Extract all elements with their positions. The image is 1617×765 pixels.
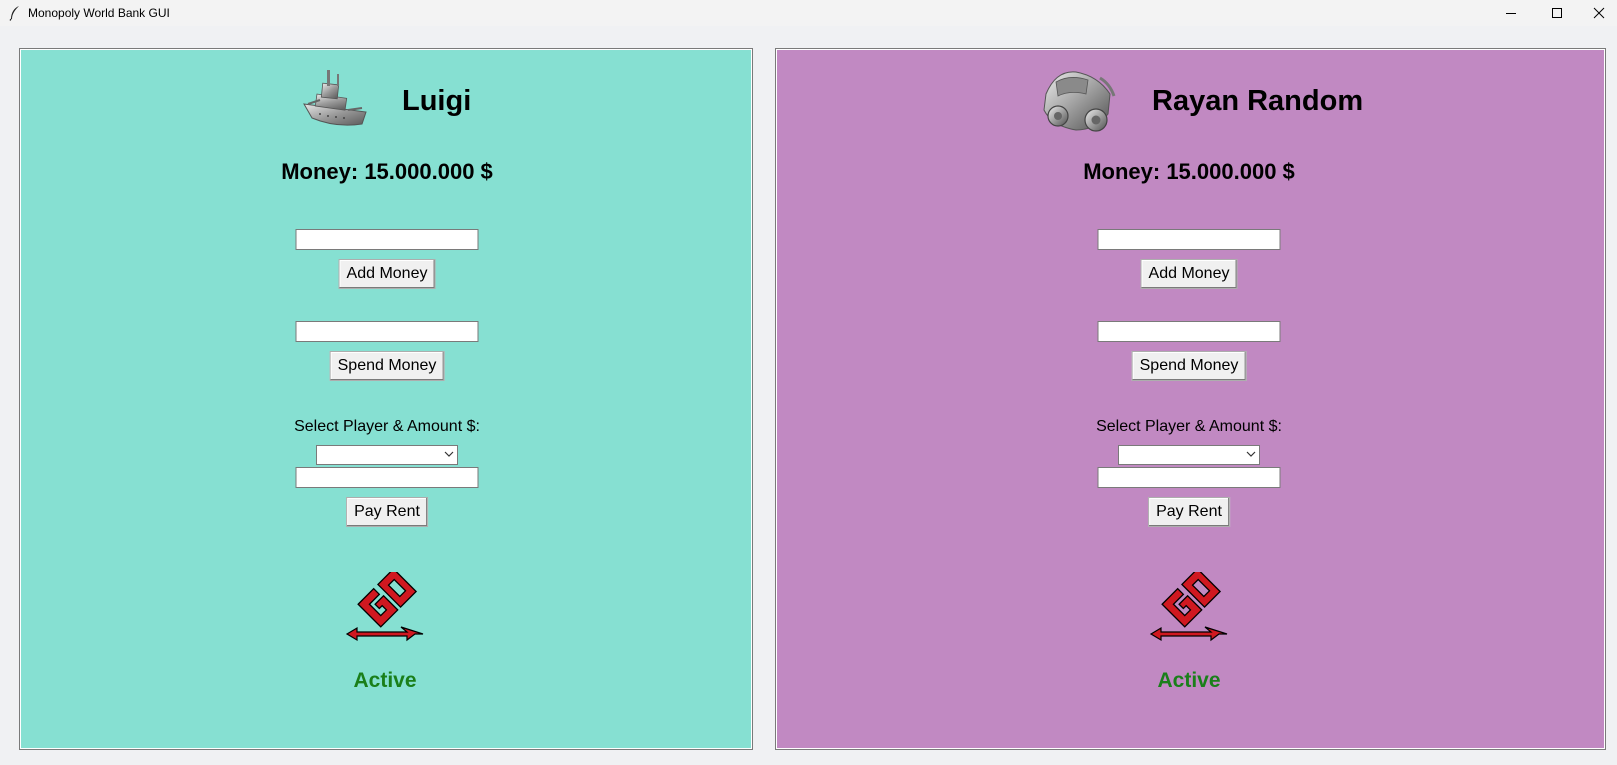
player-name: Rayan Random [1152,85,1364,117]
player-panel-rayan: Rayan Random Money: 15.000.000 $ Add Mon… [775,48,1606,750]
money-label: Money: 15.000.000 $ [1083,159,1295,184]
rent-amount-input[interactable] [295,467,479,488]
add-money-button[interactable]: Add Money [1140,259,1238,289]
select-player-label: Select Player & Amount $: [294,418,480,435]
pay-rent-button[interactable]: Pay Rent [346,497,428,527]
player-name: Luigi [402,85,472,117]
spend-money-button[interactable]: Spend Money [1131,351,1247,381]
go-arrow-icon [1149,572,1228,642]
add-money-input[interactable] [1097,229,1281,250]
money-label: Money: 15.000.000 $ [281,159,493,184]
battleship-icon [303,70,367,126]
player-select[interactable] [316,445,458,465]
minimize-icon [1506,13,1516,14]
go-arrow-icon [345,572,424,642]
chevron-down-icon [1246,451,1256,457]
maximize-icon [1552,8,1562,18]
close-icon [1593,7,1604,19]
pay-rent-button[interactable]: Pay Rent [1148,497,1230,527]
spend-money-input[interactable] [295,321,479,342]
player-select[interactable] [1118,445,1260,465]
select-player-label: Select Player & Amount $: [1096,418,1282,435]
add-money-button[interactable]: Add Money [338,259,436,289]
player-panel-luigi: Luigi Money: 15.000.000 $ Add Money Spen… [19,48,753,750]
rent-amount-input[interactable] [1097,467,1281,488]
minimize-button[interactable] [1488,0,1534,26]
feather-icon [9,6,19,21]
status-label: Active [353,669,417,692]
racecar-icon [1043,71,1116,132]
maximize-button[interactable] [1534,0,1580,26]
window-title: Monopoly World Bank GUI [28,6,170,20]
spend-money-button[interactable]: Spend Money [329,351,445,381]
spend-money-input[interactable] [1097,321,1281,342]
title-bar: Monopoly World Bank GUI [0,0,1617,26]
status-label: Active [1157,669,1221,692]
close-button[interactable] [1580,0,1617,26]
chevron-down-icon [444,451,454,457]
add-money-input[interactable] [295,229,479,250]
